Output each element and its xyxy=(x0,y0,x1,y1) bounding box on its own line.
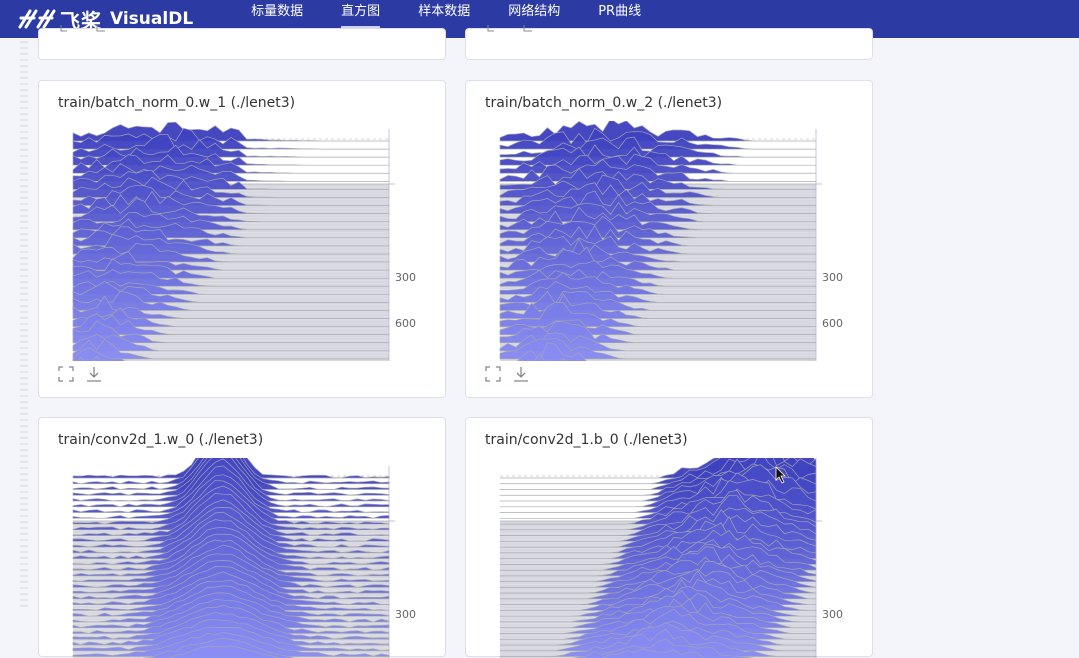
partial-card-top-right xyxy=(465,25,873,60)
partial-card-top-left xyxy=(38,25,446,60)
histogram-card: train/batch_norm_0.w_2 (./lenet3) 0.1343… xyxy=(465,80,873,398)
download-icon[interactable] xyxy=(512,365,530,383)
mouse-cursor-icon xyxy=(775,466,786,484)
card-toolbar xyxy=(484,365,530,383)
histogram-card: train/conv2d_1.w_0 (./lenet3) 300 xyxy=(38,417,447,658)
histogram-panel: train/batch_norm_0.w_1 (./lenet3) 0.1494… xyxy=(0,25,1079,658)
fullscreen-icon[interactable] xyxy=(484,365,502,383)
y-tick-label: 300 xyxy=(822,271,843,284)
y-tick-label: 600 xyxy=(822,317,843,330)
histogram-card: train/conv2d_1.b_0 (./lenet3) 300 xyxy=(465,417,874,658)
y-tick-label: 300 xyxy=(395,271,416,284)
card-toolbar xyxy=(57,365,103,383)
y-tick-label: 300 xyxy=(822,608,843,621)
partial-tool-icons xyxy=(60,25,105,32)
y-tick-label: 600 xyxy=(395,317,416,330)
card-title: train/conv2d_1.w_0 (./lenet3) xyxy=(58,432,264,448)
fullscreen-icon[interactable] xyxy=(57,365,75,383)
card-title: train/batch_norm_0.w_2 (./lenet3) xyxy=(485,95,723,111)
partial-tool-icons xyxy=(487,25,532,32)
card-title: train/batch_norm_0.w_1 (./lenet3) xyxy=(58,95,296,111)
y-tick-label: 300 xyxy=(395,608,416,621)
download-icon[interactable] xyxy=(85,365,103,383)
histogram-chart[interactable]: 0.13430.511.522.484300600900 xyxy=(466,121,874,361)
histogram-chart[interactable]: 0.14940.511.522.533.5300600900 xyxy=(39,121,447,361)
histogram-chart[interactable]: 300 xyxy=(466,458,874,658)
left-rail xyxy=(20,38,28,607)
histogram-chart[interactable]: 300 xyxy=(39,458,447,658)
histogram-card: train/batch_norm_0.w_1 (./lenet3) 0.1494… xyxy=(38,80,446,398)
logo-english-text: VisualDL xyxy=(110,9,194,29)
card-title: train/conv2d_1.b_0 (./lenet3) xyxy=(485,432,688,448)
